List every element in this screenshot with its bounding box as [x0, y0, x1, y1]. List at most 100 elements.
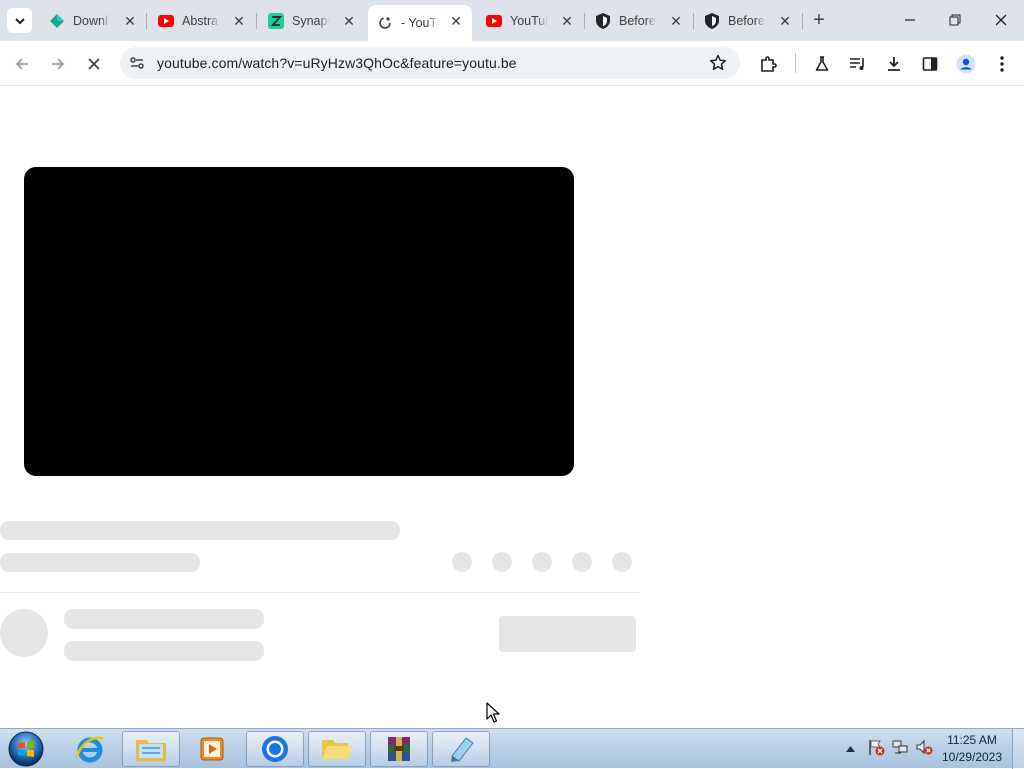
youtube-icon — [486, 13, 502, 29]
extensions-button[interactable] — [754, 50, 782, 78]
tab-title: Before — [619, 13, 656, 28]
tab-abstract[interactable]: Abstra ✕ — [149, 5, 255, 36]
new-tab-button[interactable]: + — [808, 9, 830, 31]
download-icon — [888, 57, 900, 71]
toolbar-separator — [795, 53, 796, 73]
arrow-right-icon — [52, 58, 65, 70]
tab-title: Abstra — [182, 13, 219, 28]
mouse-cursor-icon — [486, 702, 500, 723]
tab-title: Downl — [73, 13, 108, 28]
close-icon[interactable]: ✕ — [668, 13, 684, 29]
volume-muted-icon[interactable] — [915, 738, 933, 761]
tab-separator — [802, 13, 803, 29]
internet-explorer-taskbar-button[interactable] — [61, 731, 119, 767]
meta-placeholder — [0, 553, 200, 572]
puzzle-icon — [761, 56, 777, 72]
show-desktop-button[interactable] — [1012, 729, 1024, 769]
chevron-down-icon — [14, 17, 25, 24]
notepad-taskbar-button[interactable] — [432, 731, 490, 767]
windows-start-orb-icon — [8, 731, 44, 767]
site-info-icon[interactable] — [129, 55, 145, 76]
start-button[interactable] — [5, 730, 47, 768]
tab-title: YouTul — [510, 13, 548, 28]
tab-search-button[interactable] — [7, 8, 32, 33]
forward-button[interactable] — [44, 50, 72, 78]
close-icon[interactable]: ✕ — [341, 13, 357, 29]
profile-button[interactable] — [952, 50, 980, 78]
channel-avatar-placeholder — [0, 609, 48, 657]
close-icon[interactable]: ✕ — [448, 13, 464, 29]
youtube-icon — [158, 13, 174, 29]
channel-name-placeholder — [64, 609, 264, 629]
media-player-icon — [200, 737, 224, 761]
winrar-icon — [388, 737, 410, 761]
close-icon — [88, 58, 100, 70]
close-icon[interactable]: ✕ — [559, 13, 575, 29]
tab-strip: Downl ✕ Abstra ✕ Synaps ✕ - YouTu ✕ YouT… — [0, 0, 1024, 41]
menu-button[interactable] — [988, 50, 1016, 78]
notepad-icon — [451, 737, 474, 762]
close-icon[interactable]: ✕ — [122, 13, 138, 29]
file-explorer-taskbar-button[interactable] — [122, 731, 180, 767]
close-icon[interactable]: ✕ — [231, 13, 247, 29]
windows-taskbar: 11:25 AM 10/29/2023 — [0, 728, 1024, 769]
divider — [0, 592, 640, 593]
tab-title: Synaps — [292, 13, 330, 28]
arrow-left-icon — [15, 58, 28, 70]
folder-explorer-icon — [136, 740, 166, 761]
action-center-flag-icon[interactable] — [867, 738, 885, 761]
tab-before-2[interactable]: Before ✕ — [695, 5, 801, 36]
back-button[interactable] — [8, 50, 36, 78]
diamond-icon — [49, 13, 65, 29]
labs-button[interactable] — [808, 50, 836, 78]
url-text[interactable]: youtube.com/watch?v=uRyHzw3QhOc&feature=… — [157, 55, 517, 71]
tab-title: - YouTu — [401, 16, 439, 30]
tab-separator — [146, 13, 147, 29]
folder-taskbar-button[interactable] — [308, 731, 366, 767]
internet-explorer-icon — [75, 736, 104, 763]
chrome-icon — [262, 736, 288, 762]
winrar-taskbar-button[interactable] — [370, 731, 428, 767]
action-placeholder — [452, 552, 472, 572]
system-tray — [843, 729, 933, 769]
media-player-taskbar-button[interactable] — [183, 731, 241, 767]
address-bar[interactable]: youtube.com/watch?v=uRyHzw3QhOc&feature=… — [120, 47, 740, 79]
stop-loading-button[interactable] — [80, 50, 108, 78]
show-hidden-icons-icon[interactable] — [843, 746, 857, 752]
tab-youtube[interactable]: YouTul ✕ — [477, 5, 583, 36]
browser-toolbar: youtube.com/watch?v=uRyHzw3QhOc&feature=… — [0, 41, 1024, 86]
close-icon — [995, 14, 1007, 26]
tab-title: Before — [728, 13, 765, 28]
video-player[interactable] — [24, 167, 574, 476]
chrome-taskbar-button[interactable] — [246, 731, 304, 767]
action-placeholder — [572, 552, 592, 572]
tab-separator — [693, 13, 694, 29]
side-panel-icon — [922, 57, 938, 71]
network-icon[interactable] — [891, 738, 909, 761]
clock-time: 11:25 AM — [947, 733, 997, 747]
tab-separator — [584, 13, 585, 29]
shield-icon — [704, 12, 720, 29]
downloads-button[interactable] — [880, 50, 908, 78]
action-placeholder — [612, 552, 632, 572]
title-placeholder — [0, 521, 400, 540]
close-window-button[interactable] — [986, 6, 1016, 34]
tab-before-1[interactable]: Before ✕ — [586, 5, 692, 36]
media-controls-button[interactable] — [844, 50, 872, 78]
bookmark-star-icon[interactable] — [709, 54, 727, 77]
action-placeholder — [532, 552, 552, 572]
tab-youtube-active[interactable]: - YouTu ✕ — [368, 5, 472, 41]
channel-subs-placeholder — [64, 641, 264, 661]
folder-icon — [322, 740, 352, 759]
loading-icon — [377, 15, 393, 31]
flask-icon — [815, 56, 829, 71]
clock-date: 10/29/2023 — [941, 750, 1003, 764]
restore-button[interactable] — [940, 6, 970, 34]
restore-icon — [949, 14, 961, 26]
side-panel-button[interactable] — [916, 50, 944, 78]
minimize-button[interactable] — [895, 6, 925, 34]
tab-download[interactable]: Downl ✕ — [40, 5, 146, 36]
close-icon[interactable]: ✕ — [777, 13, 793, 29]
tab-synapse[interactable]: Synaps ✕ — [259, 5, 365, 36]
taskbar-clock[interactable]: 11:25 AM 10/29/2023 — [940, 732, 1004, 766]
